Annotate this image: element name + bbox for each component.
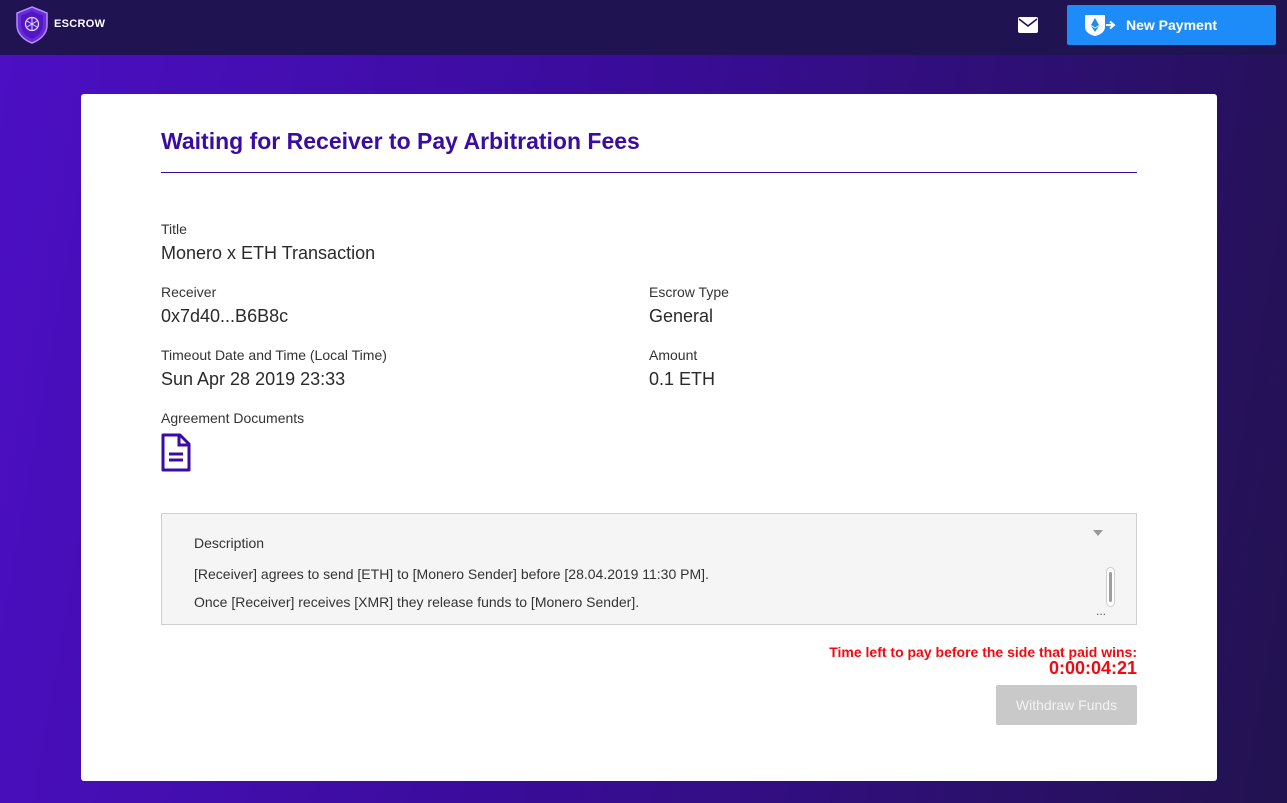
new-payment-label: New Payment	[1126, 17, 1218, 33]
amount-label: Amount	[649, 347, 698, 363]
collapse-caret-icon[interactable]	[1093, 530, 1103, 536]
withdraw-funds-button[interactable]: Withdraw Funds	[996, 685, 1137, 725]
escrow-type-label: Escrow Type	[649, 284, 729, 300]
countdown-timer: 0:00:04:21	[1048, 658, 1137, 678]
description-title: Description	[194, 535, 265, 551]
resize-ellipsis: ...	[1096, 604, 1107, 618]
amount-value: 0.1 ETH	[649, 369, 716, 389]
timeout-label: Timeout Date and Time (Local Time)	[161, 347, 387, 363]
document-icon[interactable]	[161, 433, 191, 472]
title-divider	[161, 172, 1137, 173]
title-value: Monero x ETH Transaction	[161, 243, 376, 263]
description-panel: Description [Receiver] agrees to send [E…	[161, 513, 1137, 625]
timeout-value: Sun Apr 28 2019 23:33	[161, 369, 346, 389]
description-scrollbar[interactable]	[1106, 567, 1115, 607]
description-line: Once [Receiver] receives [XMR] they rele…	[194, 594, 640, 610]
description-line: [Receiver] agrees to send [ETH] to [Mone…	[194, 566, 709, 582]
receiver-label: Receiver	[161, 284, 217, 300]
agreement-documents-label: Agreement Documents	[161, 410, 305, 426]
top-navigation-bar: ESCROW New Payment	[0, 0, 1287, 55]
ethereum-send-icon	[1085, 15, 1116, 36]
new-payment-button[interactable]: New Payment	[1067, 5, 1276, 45]
escrow-type-value: General	[649, 306, 714, 326]
title-label: Title	[161, 221, 187, 237]
page-title: Waiting for Receiver to Pay Arbitration …	[161, 128, 640, 154]
receiver-value: 0x7d40...B6B8c	[161, 306, 289, 326]
escrow-detail-card: Waiting for Receiver to Pay Arbitration …	[81, 94, 1217, 781]
envelope-icon[interactable]	[1018, 17, 1038, 33]
logo-text: ESCROW	[54, 18, 106, 30]
escrow-shield-logo-icon[interactable]	[15, 6, 49, 44]
